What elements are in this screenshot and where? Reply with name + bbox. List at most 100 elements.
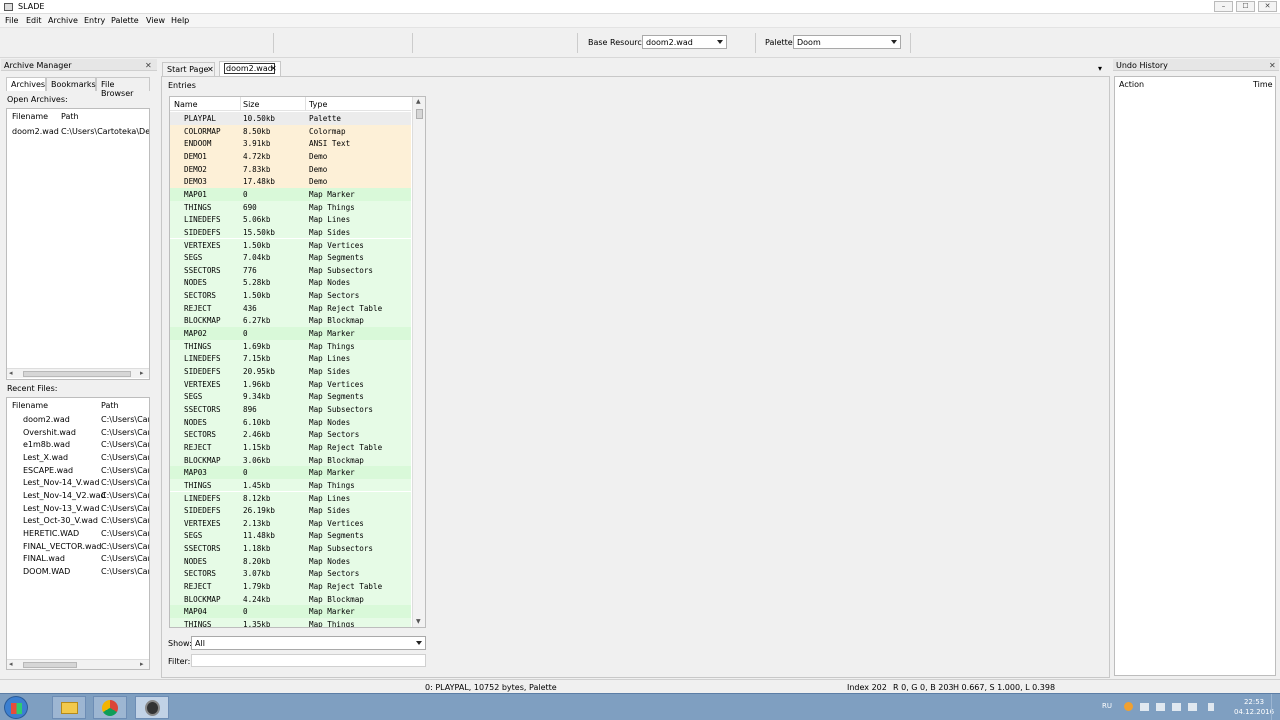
tab-doom2-wad[interactable]: doom2.wad ✕ [219, 61, 281, 76]
open-archives-hscroll[interactable]: ◂ ▸ [7, 368, 149, 378]
recent-file-name[interactable]: Lest_Nov-13_V.wad [23, 504, 100, 513]
tab-file-browser[interactable]: File Browser [96, 77, 150, 98]
scroll-thumb[interactable] [23, 371, 131, 377]
column-action[interactable]: Action [1119, 80, 1144, 89]
entry-row[interactable]: REJECT 436 Map Reject Table [170, 301, 411, 315]
entry-row[interactable]: NODES 8.20kb Map Nodes [170, 554, 411, 568]
column-type[interactable]: Type [309, 100, 327, 109]
entry-row[interactable]: SSECTORS 896 Map Subsectors [170, 402, 411, 416]
maximize-button[interactable]: ☐ [1236, 1, 1255, 12]
recent-file-name[interactable]: Lest_Nov-14_V.wad [23, 478, 100, 487]
entry-row[interactable]: SIDEDEFS 15.50kb Map Sides [170, 225, 411, 239]
recent-file-path[interactable]: C:\Users\Cart [101, 504, 149, 513]
recent-file-name[interactable]: Lest_X.wad [23, 453, 68, 462]
recent-file-path[interactable]: C:\Users\Cart [101, 428, 149, 437]
recent-file-name[interactable]: Lest_Oct-30_V.wad [23, 516, 98, 525]
recent-file-name[interactable]: DOOM.WAD [23, 567, 70, 576]
tray-app-icon[interactable] [1124, 702, 1133, 711]
entry-row[interactable]: LINEDEFS 5.06kb Map Lines [170, 213, 411, 226]
close-tab-icon[interactable]: ✕ [270, 64, 277, 73]
tab-start-page[interactable]: Start Page ✕ [162, 62, 215, 76]
entry-row[interactable]: BLOCKMAP 6.27kb Map Blockmap [170, 314, 411, 328]
entry-row[interactable]: NODES 5.28kb Map Nodes [170, 276, 411, 290]
menu-palette[interactable]: Palette [111, 16, 139, 25]
chrome-taskbar-button[interactable] [93, 696, 127, 719]
entries-list[interactable]: Name Size Type PLAYPAL 10.50kb Palette COLO… [169, 96, 426, 628]
entry-row[interactable]: DEMO1 4.72kb Demo [170, 149, 411, 163]
recent-file-path[interactable]: C:\Users\Cart [101, 567, 149, 576]
scroll-thumb[interactable] [23, 662, 77, 668]
menu-archive[interactable]: Archive [48, 16, 78, 25]
recent-file-path[interactable]: C:\Users\Cart [101, 466, 149, 475]
recent-file-name[interactable]: HERETIC.WAD [23, 529, 79, 538]
menu-view[interactable]: View [146, 16, 165, 25]
tray-app-icon[interactable] [1140, 703, 1149, 711]
column-size[interactable]: Size [243, 100, 259, 109]
palette-select[interactable]: Doom [793, 35, 901, 49]
entry-row[interactable]: MAP04 0 Map Marker [170, 605, 411, 618]
undo-history-close-icon[interactable]: ✕ [1269, 61, 1276, 70]
scroll-left-icon[interactable]: ◂ [9, 660, 13, 668]
clock[interactable]: 22:53 04.12.2016 [1234, 697, 1274, 717]
show-desktop-button[interactable] [1271, 694, 1280, 720]
recent-file-path[interactable]: C:\Users\Cart [101, 453, 149, 462]
entry-row[interactable]: COLORMAP 8.50kb Colormap [170, 124, 411, 138]
entry-row[interactable]: SECTORS 1.50kb Map Sectors [170, 289, 411, 302]
entry-row[interactable]: SEGS 9.34kb Map Segments [170, 390, 411, 403]
entry-row[interactable]: SIDEDEFS 26.19kb Map Sides [170, 504, 411, 517]
minimize-button[interactable]: – [1214, 1, 1233, 12]
recent-files-hscroll[interactable]: ◂ ▸ [7, 659, 149, 669]
entry-row[interactable]: VERTEXES 2.13kb Map Vertices [170, 516, 411, 530]
column-name[interactable]: Name [174, 100, 198, 109]
base-resource-select[interactable]: doom2.wad [642, 35, 727, 49]
slade-taskbar-button[interactable] [135, 696, 169, 719]
recent-file-name[interactable]: Overshit.wad [23, 428, 76, 437]
scroll-left-icon[interactable]: ◂ [9, 369, 13, 377]
column-separator[interactable] [305, 97, 306, 111]
open-archive-path[interactable]: C:\Users\Cartoteka\Desk [61, 127, 149, 136]
recent-file-name[interactable]: FINAL_VECTOR.wad [23, 542, 102, 551]
entry-row[interactable]: PLAYPAL 10.50kb Palette [170, 112, 411, 125]
close-button[interactable]: ✕ [1258, 1, 1277, 12]
open-archives-list[interactable] [6, 108, 150, 380]
entry-row[interactable]: BLOCKMAP 4.24kb Map Blockmap [170, 592, 411, 606]
open-archive-filename[interactable]: doom2.wad [12, 127, 59, 136]
recent-file-name[interactable]: FINAL.wad [23, 554, 65, 563]
start-button[interactable] [4, 696, 28, 719]
scroll-thumb[interactable] [416, 109, 423, 119]
undo-history-list[interactable] [1114, 76, 1276, 676]
close-tab-icon[interactable]: ✕ [207, 65, 214, 74]
entry-row[interactable]: SSECTORS 1.18kb Map Subsectors [170, 542, 411, 555]
column-path[interactable]: Path [101, 401, 119, 410]
language-indicator[interactable]: RU [1102, 702, 1112, 710]
menu-help[interactable]: Help [171, 16, 189, 25]
recent-file-path[interactable]: C:\Users\Cart [101, 554, 149, 563]
entry-row[interactable]: MAP01 0 Map Marker [170, 187, 411, 201]
menu-file[interactable]: File [5, 16, 18, 25]
tab-archives[interactable]: Archives [6, 77, 46, 91]
menu-edit[interactable]: Edit [26, 16, 42, 25]
entry-row[interactable]: LINEDEFS 7.15kb Map Lines [170, 352, 411, 365]
menu-entry[interactable]: Entry [84, 16, 105, 25]
entry-row[interactable]: THINGS 1.69kb Map Things [170, 339, 411, 353]
tab-dropdown-icon[interactable]: ▾ [1098, 64, 1102, 73]
recent-file-path[interactable]: C:\Users\Cart [101, 542, 149, 551]
entry-row[interactable]: THINGS 690 Map Things [170, 200, 411, 214]
entry-row[interactable]: ENDOOM 3.91kb ANSI Text [170, 137, 411, 150]
scroll-right-icon[interactable]: ▸ [140, 660, 144, 668]
tray-app-icon[interactable] [1156, 703, 1165, 711]
column-filename[interactable]: Filename [12, 112, 48, 121]
tray-arrow-icon[interactable] [1208, 703, 1214, 711]
entry-row[interactable]: SECTORS 2.46kb Map Sectors [170, 428, 411, 441]
explorer-taskbar-button[interactable] [52, 696, 86, 719]
entry-row[interactable]: BLOCKMAP 3.06kb Map Blockmap [170, 453, 411, 467]
recent-file-path[interactable]: C:\Users\Cart [101, 491, 149, 500]
entry-row[interactable]: VERTEXES 1.96kb Map Vertices [170, 377, 411, 391]
column-separator[interactable] [240, 97, 241, 111]
entry-row[interactable]: SECTORS 3.07kb Map Sectors [170, 567, 411, 581]
filter-input[interactable] [191, 654, 426, 667]
recent-file-path[interactable]: C:\Users\Cart [101, 516, 149, 525]
recent-file-path[interactable]: C:\Users\Cart [101, 478, 149, 487]
recent-file-name[interactable]: e1m8b.wad [23, 440, 70, 449]
entry-row[interactable]: SSECTORS 776 Map Subsectors [170, 263, 411, 277]
